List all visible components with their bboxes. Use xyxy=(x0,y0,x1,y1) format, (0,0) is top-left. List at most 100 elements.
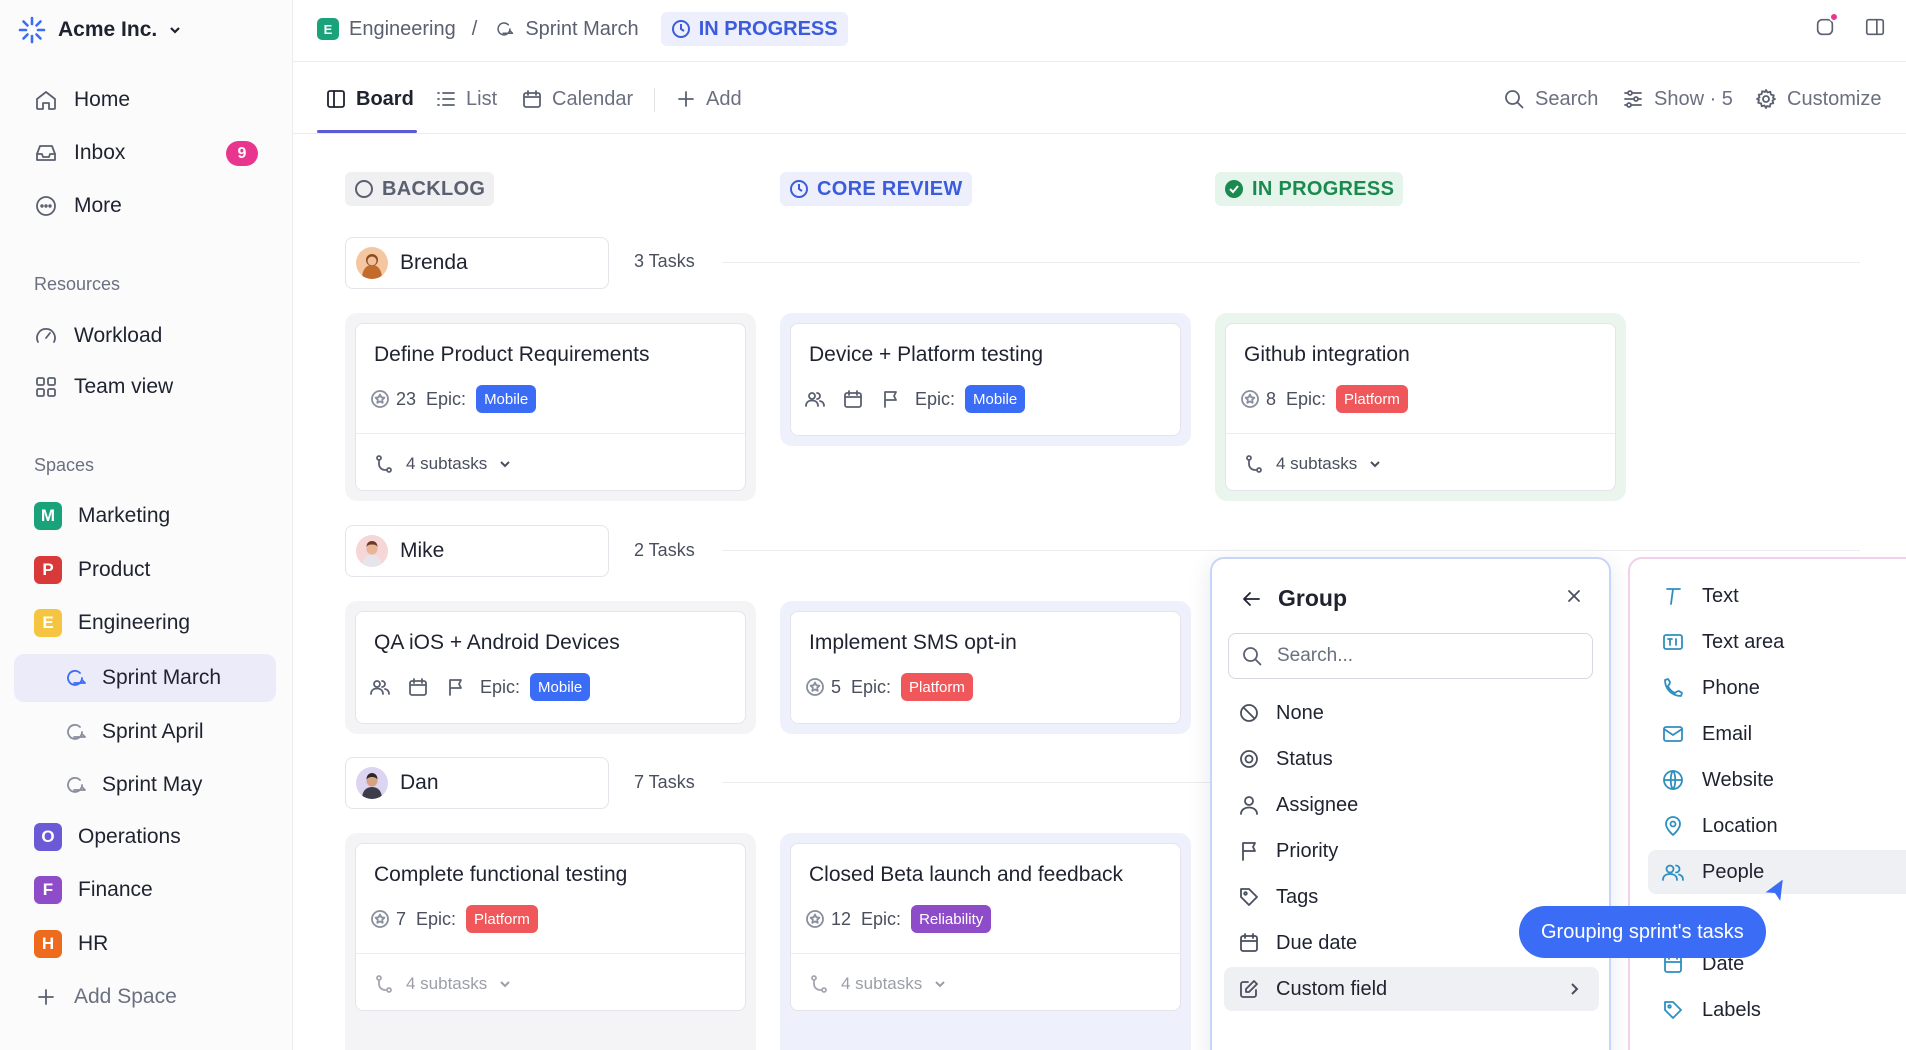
sidebar-item-team-view[interactable]: Team view xyxy=(14,364,276,410)
tab-board[interactable]: Board xyxy=(326,84,414,114)
option-label: Email xyxy=(1702,722,1753,745)
chevron-right-icon xyxy=(1571,983,1579,995)
subtasks-label: 4 subtasks xyxy=(1276,454,1358,473)
sprint-icon xyxy=(67,777,86,793)
text-area-icon xyxy=(1663,634,1683,650)
tab-calendar[interactable]: Calendar xyxy=(522,84,633,114)
group-option-custom-field[interactable]: Custom field xyxy=(1224,967,1599,1011)
group-name: Dan xyxy=(400,771,439,794)
task-meta: Epic: Mobile xyxy=(370,672,591,702)
close-icon[interactable] xyxy=(1565,587,1583,605)
sidebar-space-product[interactable]: P Product xyxy=(14,547,276,593)
notification-dot xyxy=(1829,12,1839,22)
group-header-mike[interactable]: Mike xyxy=(345,525,609,577)
sidebar-sprint-march[interactable]: Sprint March xyxy=(14,654,276,702)
task-card[interactable]: Github integration 8 Epic: Platform 4 su… xyxy=(1225,323,1616,491)
subtasks-toggle[interactable]: 4 subtasks xyxy=(1244,452,1381,476)
epic-tag[interactable]: Mobile xyxy=(530,673,591,701)
group-header-dan[interactable]: Dan xyxy=(345,757,609,809)
field-option-text[interactable]: Text xyxy=(1648,574,1906,618)
task-meta: 8 Epic: Platform xyxy=(1240,384,1408,414)
show-button[interactable]: Show · 5 xyxy=(1622,84,1733,114)
subtask-icon xyxy=(1246,455,1262,473)
sidebar-item-label: More xyxy=(74,194,122,217)
story-points: 8 xyxy=(1266,388,1277,409)
story-points: 23 xyxy=(396,388,417,409)
group-search-input[interactable] xyxy=(1277,645,1567,667)
option-label: Assignee xyxy=(1276,793,1359,816)
column-header-core-review[interactable]: CORE REVIEW xyxy=(780,172,972,206)
subtasks-toggle[interactable]: 4 subtasks xyxy=(374,452,511,476)
task-card[interactable]: Define Product Requirements 23 Epic: Mob… xyxy=(355,323,746,491)
search-icon xyxy=(1505,90,1524,109)
sidebar-space-finance[interactable]: F Finance xyxy=(14,867,276,913)
add-space-label: Add Space xyxy=(74,985,177,1008)
group-option-none[interactable]: None xyxy=(1224,691,1599,735)
group-option-status[interactable]: Status xyxy=(1224,737,1599,781)
breadcrumb-sprint[interactable]: Sprint March xyxy=(525,18,638,41)
space-label: Marketing xyxy=(78,504,171,527)
field-option-email[interactable]: Email xyxy=(1648,712,1906,756)
column-header-in-progress[interactable]: IN PROGRESS xyxy=(1215,172,1404,206)
sidebar-space-marketing[interactable]: M Marketing xyxy=(14,493,276,539)
sprint-icon xyxy=(497,22,514,36)
sprint-icon xyxy=(67,670,86,686)
sidebar-item-label: Team view xyxy=(74,375,174,398)
sprint-status-badge[interactable]: IN PROGRESS xyxy=(660,12,848,46)
arrow-left-icon[interactable] xyxy=(1240,588,1262,610)
sidebar-sprint-may[interactable]: Sprint May xyxy=(14,761,276,809)
group-header-brenda[interactable]: Brenda xyxy=(345,237,609,289)
tab-label: Board xyxy=(356,87,414,110)
plus-icon xyxy=(38,989,54,1005)
tab-list[interactable]: List xyxy=(436,84,497,114)
sidebar-item-workload[interactable]: Workload xyxy=(14,313,276,359)
space-avatar: E xyxy=(317,18,339,40)
sidebar-item-home[interactable]: Home xyxy=(14,77,276,123)
field-option-text-area[interactable]: Text area xyxy=(1648,620,1906,664)
field-option-phone[interactable]: Phone xyxy=(1648,666,1906,710)
task-card[interactable]: Complete functional testing 7 Epic: Plat… xyxy=(355,843,746,1011)
epic-tag[interactable]: Mobile xyxy=(476,385,537,413)
column-header-backlog[interactable]: BACKLOG xyxy=(345,172,495,206)
sidebar-item-inbox[interactable]: Inbox 9 xyxy=(14,130,276,176)
epic-tag[interactable]: Platform xyxy=(901,673,973,701)
epic-label: Epic: xyxy=(1286,388,1327,409)
breadcrumb-space[interactable]: Engineering xyxy=(349,18,456,41)
field-option-location[interactable]: Location xyxy=(1648,804,1906,848)
workspace-switcher[interactable]: Acme Inc. xyxy=(18,12,181,48)
customize-button[interactable]: Customize xyxy=(1755,84,1881,114)
top-actions xyxy=(1814,12,1886,38)
notifications-button[interactable] xyxy=(1814,12,1839,38)
epic-tag[interactable]: Platform xyxy=(1336,385,1408,413)
task-card[interactable]: Implement SMS opt-in 5 Epic: Platform xyxy=(790,611,1181,724)
add-space-button[interactable]: Add Space xyxy=(14,974,276,1020)
avatar xyxy=(356,247,388,279)
sidebar-item-label: Home xyxy=(74,88,131,111)
panel-toggle-icon[interactable] xyxy=(1864,16,1886,38)
group-option-assignee[interactable]: Assignee xyxy=(1224,783,1599,827)
epic-tag[interactable]: Platform xyxy=(466,905,538,933)
subtasks-toggle[interactable]: 4 subtasks xyxy=(809,972,946,996)
option-label: People xyxy=(1702,860,1765,883)
epic-label: Epic: xyxy=(861,908,902,929)
sidebar-space-engineering[interactable]: E Engineering xyxy=(14,600,276,646)
task-card[interactable]: QA iOS + Android Devices Epic: Mobile xyxy=(355,611,746,724)
check-circle-icon xyxy=(1225,180,1243,198)
sprint-status-label: IN PROGRESS xyxy=(698,17,838,40)
email-icon xyxy=(1663,726,1683,742)
sidebar-space-hr[interactable]: H HR xyxy=(14,921,276,967)
sidebar-item-more[interactable]: More xyxy=(14,183,276,229)
sidebar-space-operations[interactable]: O Operations xyxy=(14,814,276,860)
epic-tag[interactable]: Reliability xyxy=(911,905,992,933)
epic-tag[interactable]: Mobile xyxy=(965,385,1026,413)
task-card[interactable]: Device + Platform testing Epic: Mobile xyxy=(790,323,1181,436)
field-option-website[interactable]: Website xyxy=(1648,758,1906,802)
field-option-labels[interactable]: Labels xyxy=(1648,988,1906,1032)
flag-icon xyxy=(884,391,897,408)
add-view-button[interactable]: Add xyxy=(676,84,742,114)
task-card[interactable]: Closed Beta launch and feedback 12 Epic:… xyxy=(790,843,1181,1011)
subtasks-toggle[interactable]: 4 subtasks xyxy=(374,972,511,996)
sidebar-sprint-april[interactable]: Sprint April xyxy=(14,708,276,756)
group-option-priority[interactable]: Priority xyxy=(1224,829,1599,873)
search-button[interactable]: Search xyxy=(1503,84,1598,114)
